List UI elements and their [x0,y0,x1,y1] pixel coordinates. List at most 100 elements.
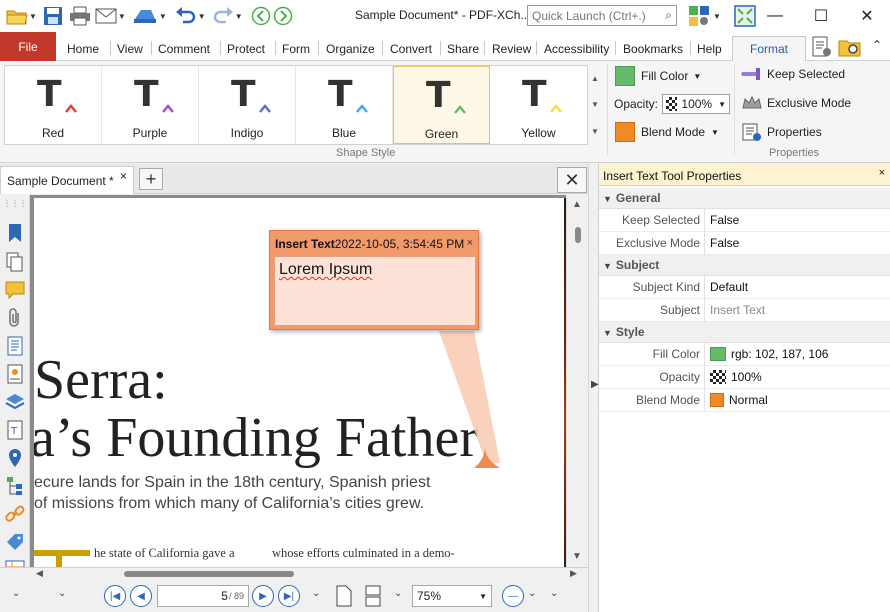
redo-icon[interactable] [212,4,234,28]
comment-text-area[interactable]: Lorem Ipsum [274,256,476,326]
back-nav-icon[interactable] [251,4,271,28]
opacity-combo[interactable]: 100% ▼ [662,94,731,114]
tab-home[interactable]: Home [61,36,105,61]
page-number-input[interactable]: 5 / 89 [157,585,249,607]
panel-splitter[interactable]: ▶ [588,164,599,612]
signatures-icon[interactable] [5,364,25,384]
scroll-up-icon[interactable]: ▲ [572,199,582,210]
tab-view[interactable]: View [111,36,149,61]
shape-style-purple[interactable]: T Purple [102,66,199,144]
content-icon[interactable] [5,336,25,356]
prop-value[interactable]: Insert Text [710,303,765,317]
gallery-more-icon[interactable]: ▼ [591,127,599,136]
quick-launch-input[interactable]: Quick Launch (Ctrl+.) ⌕ [527,5,677,26]
document-tab[interactable]: Sample Document * × [0,166,134,194]
structure-icon[interactable] [5,476,25,496]
zoom-combo[interactable]: 75% ▼ [412,585,492,607]
tab-bookmarks[interactable]: Bookmarks [617,36,689,61]
print-icon[interactable] [69,4,91,28]
collapse-ribbon-icon[interactable]: ⌃ [872,38,882,52]
prop-value[interactable]: False [710,213,739,227]
gallery-down-icon[interactable]: ▼ [591,100,599,109]
pdf-page[interactable]: Serra: a’s Founding Father ecure lands f… [34,198,564,567]
shape-style-red[interactable]: T Red [5,66,102,144]
continuous-page-icon[interactable] [364,585,382,610]
keep-selected-button[interactable]: Keep Selected [741,66,845,82]
tab-convert[interactable]: Convert [384,36,438,61]
close-tab-icon[interactable]: × [120,169,127,183]
scroll-right-icon[interactable]: ▶ [570,568,577,579]
tab-file[interactable]: File [0,32,56,61]
first-page-button[interactable]: |◀ [104,585,126,607]
tab-share[interactable]: Share [441,36,485,61]
prop-opacity[interactable]: Opacity 100% [599,366,890,389]
tags-icon[interactable]: T [5,420,25,440]
chevron-down-icon[interactable]: ⌄ [528,588,536,599]
prop-blend-mode[interactable]: Blend Mode Normal [599,389,890,412]
find-folder-icon[interactable] [838,36,862,61]
prop-value[interactable]: Default [710,280,748,294]
bookmark-icon[interactable] [5,223,25,243]
properties-button[interactable]: Properties [741,122,822,142]
prop-keep-selected[interactable]: Keep Selected False [599,209,890,232]
section-subject[interactable]: ▼ Subject [599,255,890,276]
prop-fill-color[interactable]: Fill Color rgb: 102, 187, 106 [599,343,890,366]
scan-icon[interactable] [132,4,158,28]
undo-icon[interactable] [175,4,197,28]
chevron-down-icon[interactable]: ▼ [118,12,126,21]
scroll-left-icon[interactable]: ◀ [36,568,43,579]
tab-protect[interactable]: Protect [221,36,271,61]
tab-comment[interactable]: Comment [152,36,216,61]
vertical-scroll-thumb[interactable] [575,227,581,243]
vertical-scrollbar[interactable]: ▲ ▼ [566,195,588,567]
gallery-up-icon[interactable]: ▲ [591,74,599,83]
horizontal-scrollbar[interactable]: ◀ ▶ [30,568,588,580]
customize-toolbar-icon[interactable] [688,4,710,28]
last-page-button[interactable]: ▶| [278,585,300,607]
tag-label-icon[interactable] [5,532,25,552]
gallery-scroll[interactable]: ▲ ▼ ▼ [589,65,601,145]
tab-organize[interactable]: Organize [320,36,381,61]
scroll-down-icon[interactable]: ▼ [572,551,582,562]
save-icon[interactable] [43,4,63,28]
close-window-button[interactable]: ✕ [844,0,890,32]
close-document-button[interactable]: ✕ [557,167,587,193]
blend-mode-button[interactable]: Blend Mode ▼ [615,122,719,142]
popup-close-icon[interactable]: × [467,237,473,249]
attachments-icon[interactable] [5,308,25,328]
forward-nav-icon[interactable] [273,4,293,28]
prop-exclusive-mode[interactable]: Exclusive Mode False [599,232,890,255]
chevron-down-icon[interactable]: ⌄ [12,588,20,599]
shape-style-blue[interactable]: T Blue [296,66,393,144]
shape-style-green[interactable]: T Green [393,66,490,144]
new-tab-button[interactable]: + [139,168,163,190]
layers-icon[interactable] [5,392,25,412]
chevron-down-icon[interactable]: ⌄ [58,588,66,599]
prop-value[interactable]: 100% [710,370,762,384]
chevron-down-icon[interactable]: ▼ [198,12,206,21]
zoom-out-button[interactable]: — [502,585,524,607]
exclusive-mode-button[interactable]: Exclusive Mode [741,94,851,112]
chevron-down-icon[interactable]: ⌄ [312,588,320,599]
shape-style-indigo[interactable]: T Indigo [199,66,296,144]
close-panel-icon[interactable]: × [879,167,885,179]
chevron-down-icon[interactable]: ▼ [29,12,37,21]
chevron-down-icon[interactable]: ▼ [159,12,167,21]
chevron-down-icon[interactable]: ▼ [235,12,243,21]
destinations-icon[interactable] [5,448,25,468]
app-folder-icon[interactable] [6,4,28,28]
minimize-button[interactable]: — [752,0,798,32]
section-style[interactable]: ▼ Style [599,322,890,343]
prop-subject-kind[interactable]: Subject Kind Default [599,276,890,299]
fill-color-button[interactable]: Fill Color ▼ [615,66,701,86]
comments-icon[interactable] [5,280,25,300]
email-icon[interactable] [95,4,117,28]
shape-style-yellow[interactable]: T Yellow [490,66,587,144]
tab-format[interactable]: Format [732,36,806,61]
prop-value[interactable]: False [710,236,739,250]
links-icon[interactable] [5,504,25,524]
chevron-down-icon[interactable]: ⌄ [394,588,402,599]
tab-form[interactable]: Form [276,36,316,61]
horizontal-scroll-thumb[interactable] [124,571,294,577]
section-general[interactable]: ▼ General [599,188,890,209]
